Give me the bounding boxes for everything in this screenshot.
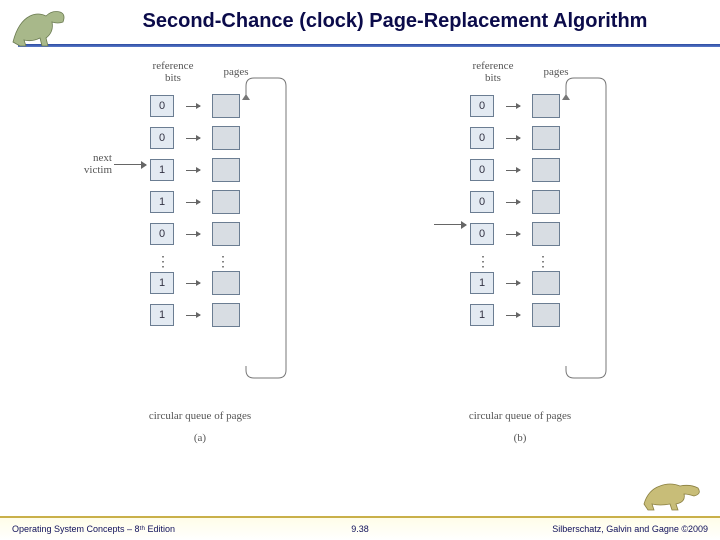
footer-center: 9.38 xyxy=(351,524,369,534)
reference-bit: 0 xyxy=(150,223,174,245)
header-rule xyxy=(18,44,720,47)
reference-bit: 0 xyxy=(470,95,494,117)
ellipsis: ⋮⋮ xyxy=(156,254,240,271)
reference-bit: 0 xyxy=(470,191,494,213)
page-frame xyxy=(212,126,240,150)
arrow-icon xyxy=(506,283,520,284)
page-frame xyxy=(532,190,560,214)
next-victim-arrow xyxy=(434,224,466,225)
page-frame xyxy=(532,126,560,150)
arrow-icon xyxy=(186,170,200,171)
sublabel-a: (a) xyxy=(70,432,330,444)
arrow-icon xyxy=(186,315,200,316)
reference-bit: 0 xyxy=(470,127,494,149)
queue-row: 0 xyxy=(470,158,560,182)
queue-row: 0 xyxy=(470,222,560,246)
queue-row: 1 xyxy=(150,158,240,182)
page-frame xyxy=(212,158,240,182)
page-frame xyxy=(532,158,560,182)
panel-b: reference bits pages 00000⋮⋮11 circular … xyxy=(390,60,650,490)
queue-row: 1 xyxy=(150,303,240,327)
reference-bit: 1 xyxy=(150,272,174,294)
diagram-area: reference bits pages next victim 0 0 1 1 0 ⋮⋮… xyxy=(0,60,720,490)
arrow-icon xyxy=(186,234,200,235)
arrow-icon xyxy=(186,202,200,203)
reference-bit: 0 xyxy=(470,223,494,245)
page-frame xyxy=(212,222,240,246)
ellipsis: ⋮⋮ xyxy=(476,254,560,271)
reference-bit: 0 xyxy=(470,159,494,181)
next-victim-arrow xyxy=(114,164,146,165)
next-victim-label: next victim xyxy=(72,152,112,176)
circular-label-a: circular queue of pages xyxy=(70,410,330,422)
page-frame xyxy=(212,94,240,118)
page-frame xyxy=(532,303,560,327)
label-reference-bits: reference bits xyxy=(468,60,518,84)
queue-row: 0 xyxy=(470,126,560,150)
queue-row: 1 xyxy=(150,190,240,214)
arrow-icon xyxy=(506,106,520,107)
arrow-icon xyxy=(506,202,520,203)
label-pages: pages xyxy=(216,60,256,84)
page-frame xyxy=(212,303,240,327)
panel-a: reference bits pages next victim 0 0 1 1 0 ⋮⋮… xyxy=(70,60,330,490)
arrow-icon xyxy=(506,234,520,235)
queue-row: 0 xyxy=(150,94,240,118)
page-frame xyxy=(212,190,240,214)
queue-row: 1 xyxy=(150,271,240,295)
circular-label-b: circular queue of pages xyxy=(390,410,650,422)
reference-bit: 1 xyxy=(150,159,174,181)
reference-bit: 0 xyxy=(150,95,174,117)
reference-bit: 0 xyxy=(150,127,174,149)
reference-bit: 1 xyxy=(150,191,174,213)
page-title: Second-Chance (clock) Page-Replacement A… xyxy=(0,10,720,33)
queue-row: 1 xyxy=(470,303,560,327)
queue-row: 0 xyxy=(150,126,240,150)
arrow-icon xyxy=(506,138,520,139)
arrow-icon xyxy=(506,170,520,171)
queue-row: 0 xyxy=(470,94,560,118)
footer-right: Silberschatz, Galvin and Gagne ©2009 xyxy=(552,524,708,534)
footer: Operating System Concepts – 8ᵗʰ Edition … xyxy=(0,516,720,540)
footer-left: Operating System Concepts – 8ᵗʰ Edition xyxy=(12,524,175,534)
dinosaur-icon xyxy=(8,2,78,50)
page-frame xyxy=(532,222,560,246)
reference-bit: 1 xyxy=(470,304,494,326)
sublabel-b: (b) xyxy=(390,432,650,444)
queue-row: 0 xyxy=(150,222,240,246)
reference-bit: 1 xyxy=(150,304,174,326)
dinosaur-icon xyxy=(640,472,710,512)
label-reference-bits: reference bits xyxy=(148,60,198,84)
page-frame xyxy=(532,94,560,118)
page-frame xyxy=(212,271,240,295)
arrow-icon xyxy=(186,138,200,139)
label-pages: pages xyxy=(536,60,576,84)
reference-bit: 1 xyxy=(470,272,494,294)
queue-row: 0 xyxy=(470,190,560,214)
arrow-icon xyxy=(186,283,200,284)
queue-row: 1 xyxy=(470,271,560,295)
arrow-icon xyxy=(186,106,200,107)
page-frame xyxy=(532,271,560,295)
arrow-icon xyxy=(506,315,520,316)
